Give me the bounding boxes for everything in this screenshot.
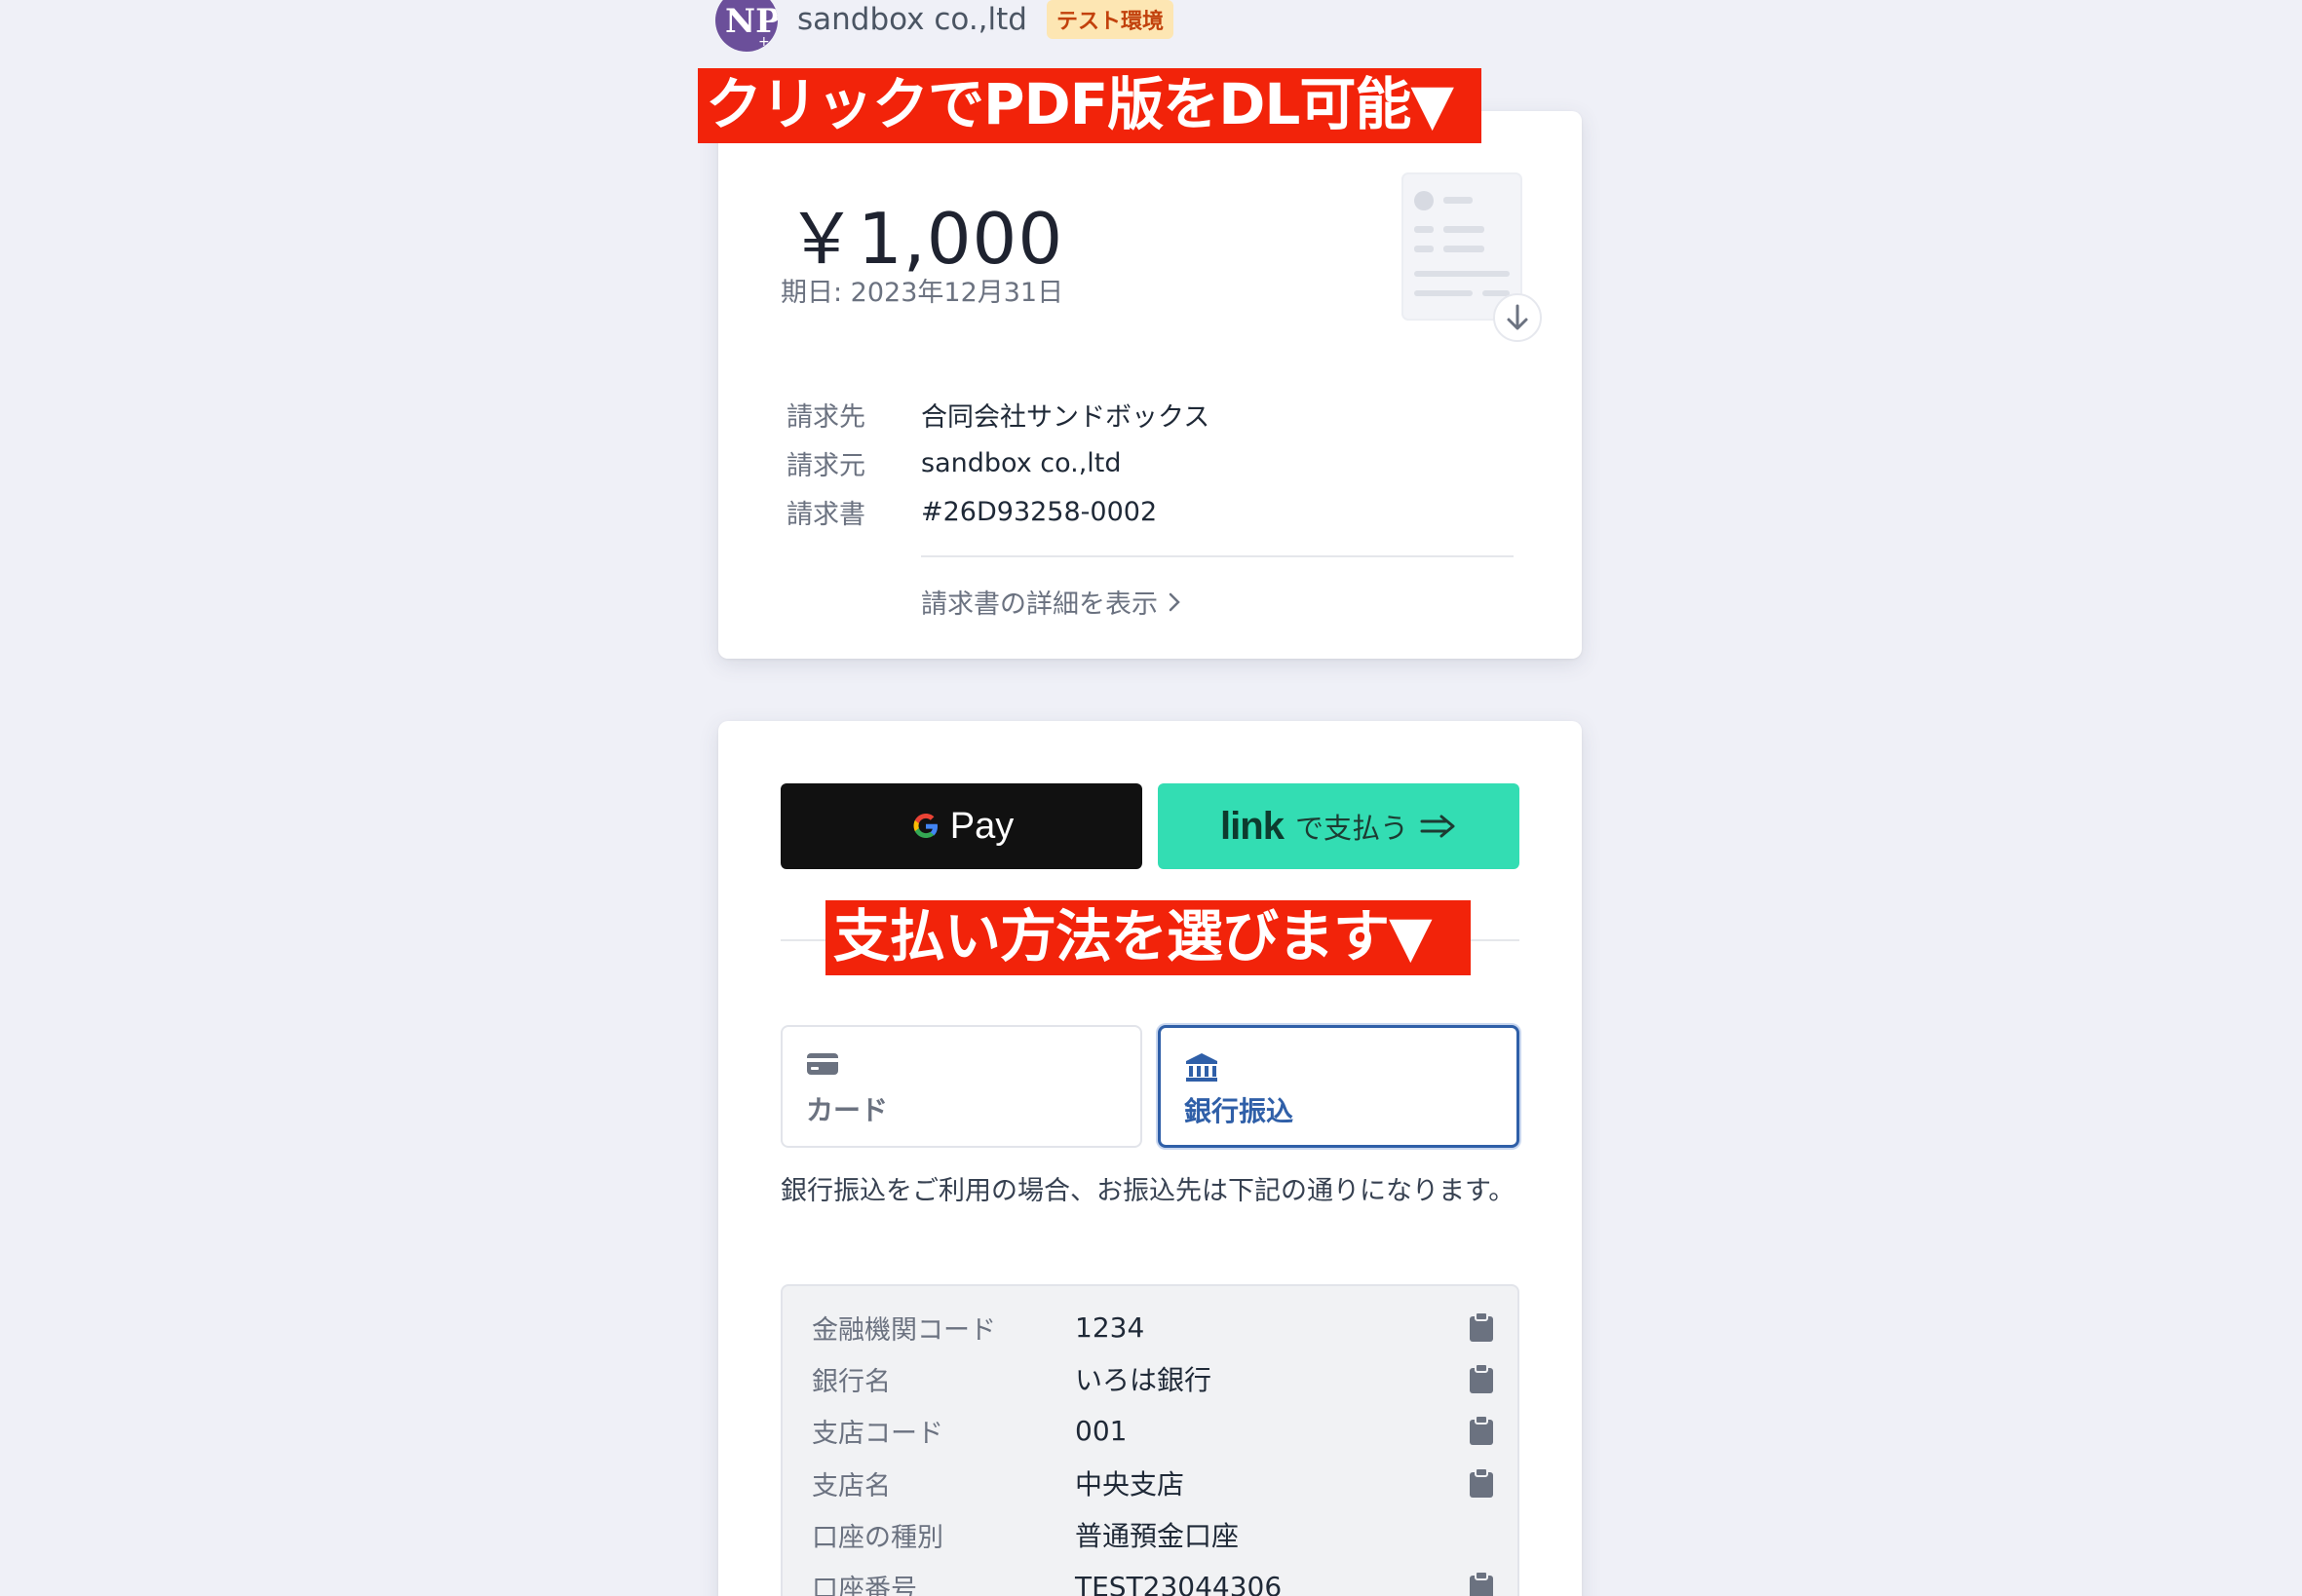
bank-key: 支店コード [812,1418,943,1449]
svg-text:+: + [758,34,770,50]
meta-key: 請求元 [787,450,865,481]
meta-row-bill-to: 請求先 合同会社サンドボックス [787,390,1209,438]
bank-key: 支店名 [812,1470,891,1501]
google-g-icon [913,814,938,838]
bank-row-bank-name: 銀行名 いろは銀行 [812,1359,1494,1398]
meta-key: 請求書 [787,499,865,530]
tab-label: カード [806,1094,889,1126]
link-pay-button[interactable]: link で支払う [1158,783,1519,869]
tab-bank-transfer[interactable]: 銀行振込 [1158,1025,1519,1148]
bank-key: 口座の種別 [812,1522,943,1553]
bank-key: 口座番号 [812,1574,917,1596]
clipboard-icon[interactable] [1469,1467,1494,1499]
details-link-label: 請求書の詳細を表示 [921,589,1158,620]
meta-value: #26D93258-0002 [921,496,1158,527]
payment-card: Pay link で支払う カード 銀行振込 銀行振込をご利用の場合、お振込先は… [718,721,1582,1596]
bank-value[interactable]: いろは銀行 [1075,1359,1211,1398]
bank-details-box: 金融機関コード 1234 銀行名 いろは銀行 支店コード 001 支店名 中央支… [781,1284,1519,1596]
merchant-logo: NP + [715,0,778,52]
bank-row-account-number: 口座番号 TEST23044306 [812,1567,1494,1596]
invoice-document-icon [1401,172,1542,342]
credit-card-icon [807,1053,838,1075]
svg-text:NP: NP [725,2,778,41]
bank-row-branch-name: 支店名 中央支店 [812,1463,1494,1502]
clipboard-icon[interactable] [1469,1363,1494,1394]
bank-key: 金融機関コード [812,1314,996,1346]
arrow-right-icon [1420,815,1455,838]
google-pay-button[interactable]: Pay [781,783,1142,869]
divider [921,555,1514,557]
meta-value: 合同会社サンドボックス [921,401,1210,433]
invoice-meta: 請求先 合同会社サンドボックス 請求元 sandbox co.,ltd 請求書 … [787,390,1209,536]
clipboard-icon[interactable] [1469,1311,1494,1343]
test-env-badge: テスト環境 [1046,0,1173,39]
merchant-name: sandbox co.,ltd [797,2,1027,37]
bank-row-branch-code: 支店コード 001 [812,1411,1494,1450]
bank-icon [1186,1053,1217,1082]
google-pay-label: Pay [949,805,1015,847]
chevron-right-icon [1169,592,1180,611]
bank-key: 銀行名 [812,1366,891,1397]
view-invoice-details-link[interactable]: 請求書の詳細を表示 [921,583,1181,621]
invoice-summary-card: ￥1,000 期日: 2023年12月31日 請求先 合同会社サンドボックス 請… [718,111,1582,659]
clipboard-icon[interactable] [1469,1571,1494,1596]
meta-row-bill-from: 請求元 sandbox co.,ltd [787,438,1209,487]
payment-method-annotation: 支払い方法を選びます▼ [825,900,1471,975]
tab-card[interactable]: カード [781,1025,1142,1148]
pdf-download-button[interactable] [1391,170,1547,345]
due-date: 期日: 2023年12月31日 [781,278,1064,308]
bank-transfer-description: 銀行振込をご利用の場合、お振込先は下記の通りになります。 [781,1176,1515,1206]
bank-value: 普通預金口座 [1075,1520,1240,1552]
meta-value: sandbox co.,ltd [921,447,1122,478]
bank-value[interactable]: 1234 [1075,1311,1144,1344]
bank-row-account-type: 口座の種別 普通預金口座 [812,1515,1494,1554]
invoice-amount: ￥1,000 [787,198,1064,280]
link-logo: link [1220,804,1285,848]
bank-row-institution-code: 金融機関コード 1234 [812,1308,1494,1347]
page: NP + sandbox co.,ltd テスト環境 クリックでPDF版をDL可… [0,0,2302,1596]
bank-value[interactable]: 中央支店 [1075,1463,1184,1502]
clipboard-icon[interactable] [1469,1415,1494,1446]
bank-value[interactable]: 001 [1075,1415,1127,1447]
bank-value[interactable]: TEST23044306 [1075,1571,1282,1596]
link-pay-label: で支払う [1294,812,1408,845]
meta-key: 請求先 [787,401,865,433]
pdf-download-annotation: クリックでPDF版をDL可能▼ [698,68,1481,143]
meta-row-invoice-number: 請求書 #26D93258-0002 [787,487,1209,536]
tab-label: 銀行振込 [1184,1095,1294,1127]
header: NP + sandbox co.,ltd テスト環境 [715,0,1173,53]
